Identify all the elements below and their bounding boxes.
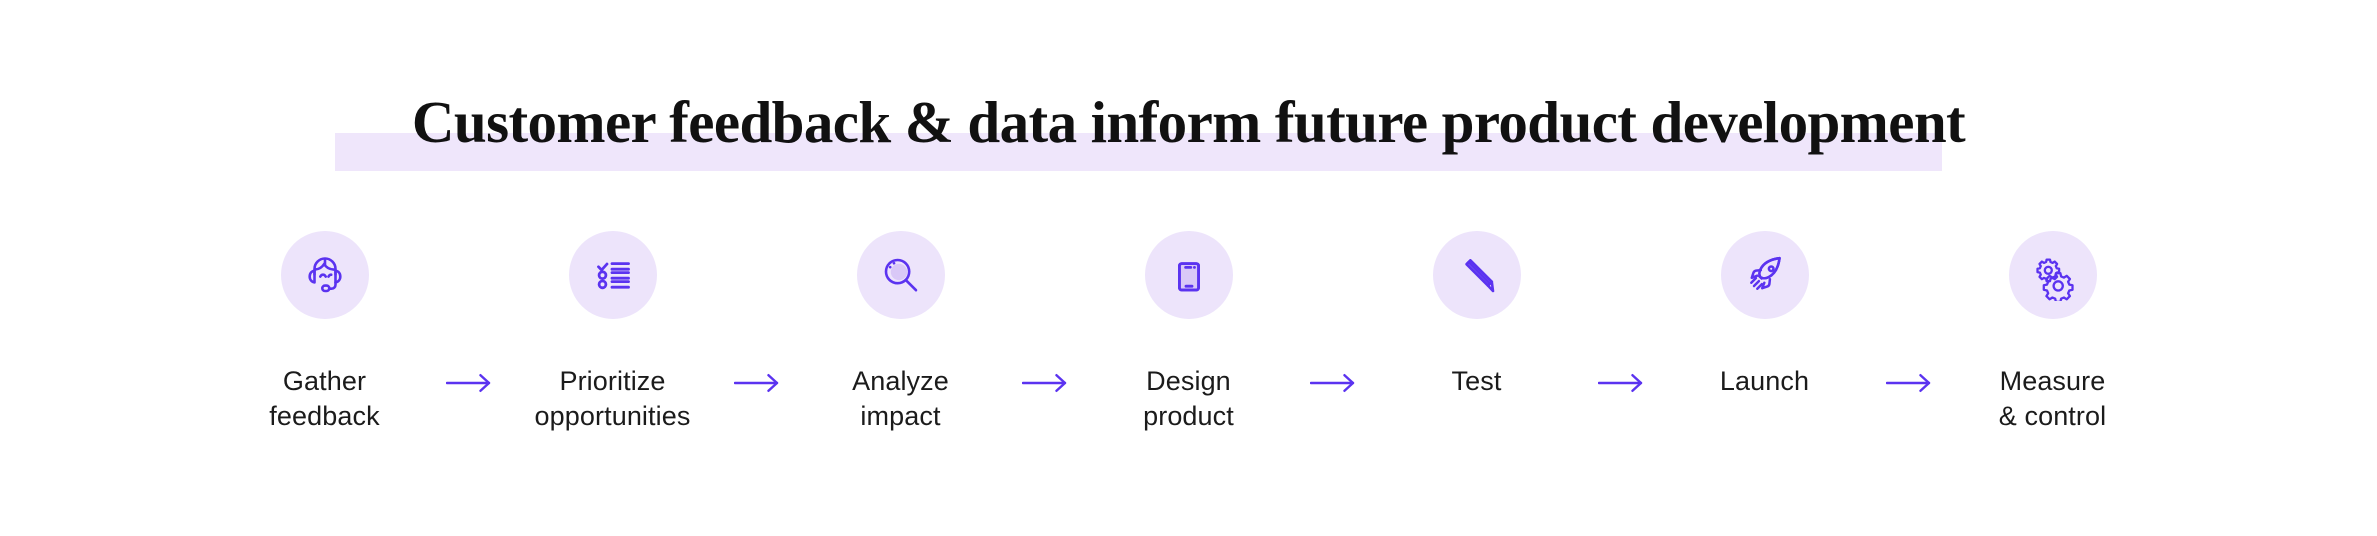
arrow-right-icon xyxy=(1309,373,1356,393)
step-icon-badge xyxy=(280,231,369,319)
flow-arrow xyxy=(1567,231,1675,393)
flow-step-measure-control[interactable]: Measure & control xyxy=(1963,231,2143,434)
arrow-right-icon xyxy=(1021,373,1068,393)
arrow-right-icon xyxy=(445,373,492,393)
checklist-icon xyxy=(587,249,639,301)
step-label: Design product xyxy=(1143,366,1234,431)
flow-step-analyze-impact[interactable]: Analyze impact xyxy=(811,231,991,434)
step-label: Prioritize opportunities xyxy=(534,366,691,431)
flow-arrow xyxy=(991,231,1099,393)
step-icon-badge xyxy=(2008,231,2097,319)
flow-step-launch[interactable]: Launch xyxy=(1675,231,1855,399)
step-icon-badge xyxy=(1432,231,1521,319)
process-flow: Gather feedback Prioritize opportunities… xyxy=(0,231,2377,431)
flow-arrow xyxy=(1279,231,1387,393)
page-title-block: Customer feedback & data inform future p… xyxy=(0,84,2377,174)
flow-step-design-product[interactable]: Design product xyxy=(1099,231,1279,434)
step-label: Measure & control xyxy=(1998,366,2107,431)
arrow-right-icon xyxy=(1885,373,1932,393)
flow-arrow xyxy=(703,231,811,393)
step-icon-badge xyxy=(856,231,945,319)
step-label: Launch xyxy=(1719,366,1810,396)
page-title: Customer feedback & data inform future p… xyxy=(411,89,1966,155)
flow-step-prioritize-opportunities[interactable]: Prioritize opportunities xyxy=(523,231,703,434)
smartphone-icon xyxy=(1163,249,1215,301)
flow-arrow xyxy=(1855,231,1963,393)
arrow-right-icon xyxy=(733,373,780,393)
rocket-icon xyxy=(1739,249,1791,301)
step-label: Test xyxy=(1451,366,1502,396)
step-icon-badge xyxy=(1720,231,1809,319)
headset-support-icon xyxy=(299,249,351,301)
pencil-icon xyxy=(1451,249,1503,301)
magnifier-icon xyxy=(875,249,927,301)
step-icon-badge xyxy=(568,231,657,319)
step-label: Gather feedback xyxy=(269,366,380,431)
step-icon-badge xyxy=(1144,231,1233,319)
arrow-right-icon xyxy=(1597,373,1644,393)
flow-step-gather-feedback[interactable]: Gather feedback xyxy=(235,231,415,434)
step-label: Analyze impact xyxy=(852,366,949,431)
flow-step-test[interactable]: Test xyxy=(1387,231,1567,399)
flow-arrow xyxy=(415,231,523,393)
gears-icon xyxy=(2027,249,2079,301)
